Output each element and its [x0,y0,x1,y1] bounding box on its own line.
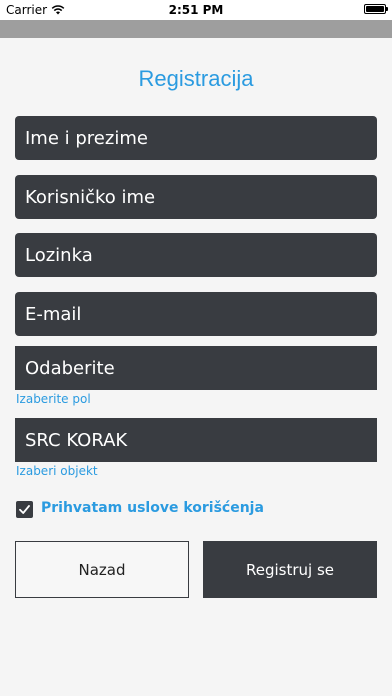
terms-checkbox[interactable] [16,501,33,518]
terms-label[interactable]: Prihvatam uslove korišćenja [41,500,264,516]
battery-icon [364,4,388,14]
page-title: Registracija [138,66,254,91]
status-right [364,4,388,14]
username-input[interactable]: Korisničko ime [15,175,377,219]
gender-select[interactable]: Odaberite [15,346,377,390]
status-time: 2:51 PM [168,3,224,17]
status-bar: Carrier 2:51 PM [0,0,392,20]
password-input[interactable]: Lozinka [15,233,377,277]
checkmark-icon [19,505,30,514]
top-bar [0,20,392,38]
back-button[interactable]: Nazad [15,541,189,598]
register-button[interactable]: Registruj se [203,541,377,598]
facility-hint: Izaberi objekt [16,464,98,478]
gender-hint: Izaberite pol [16,392,91,406]
facility-select[interactable]: SRC KORAK [15,418,377,462]
email-input[interactable]: E-mail [15,292,377,336]
full-name-input[interactable]: Ime i prezime [15,116,377,160]
